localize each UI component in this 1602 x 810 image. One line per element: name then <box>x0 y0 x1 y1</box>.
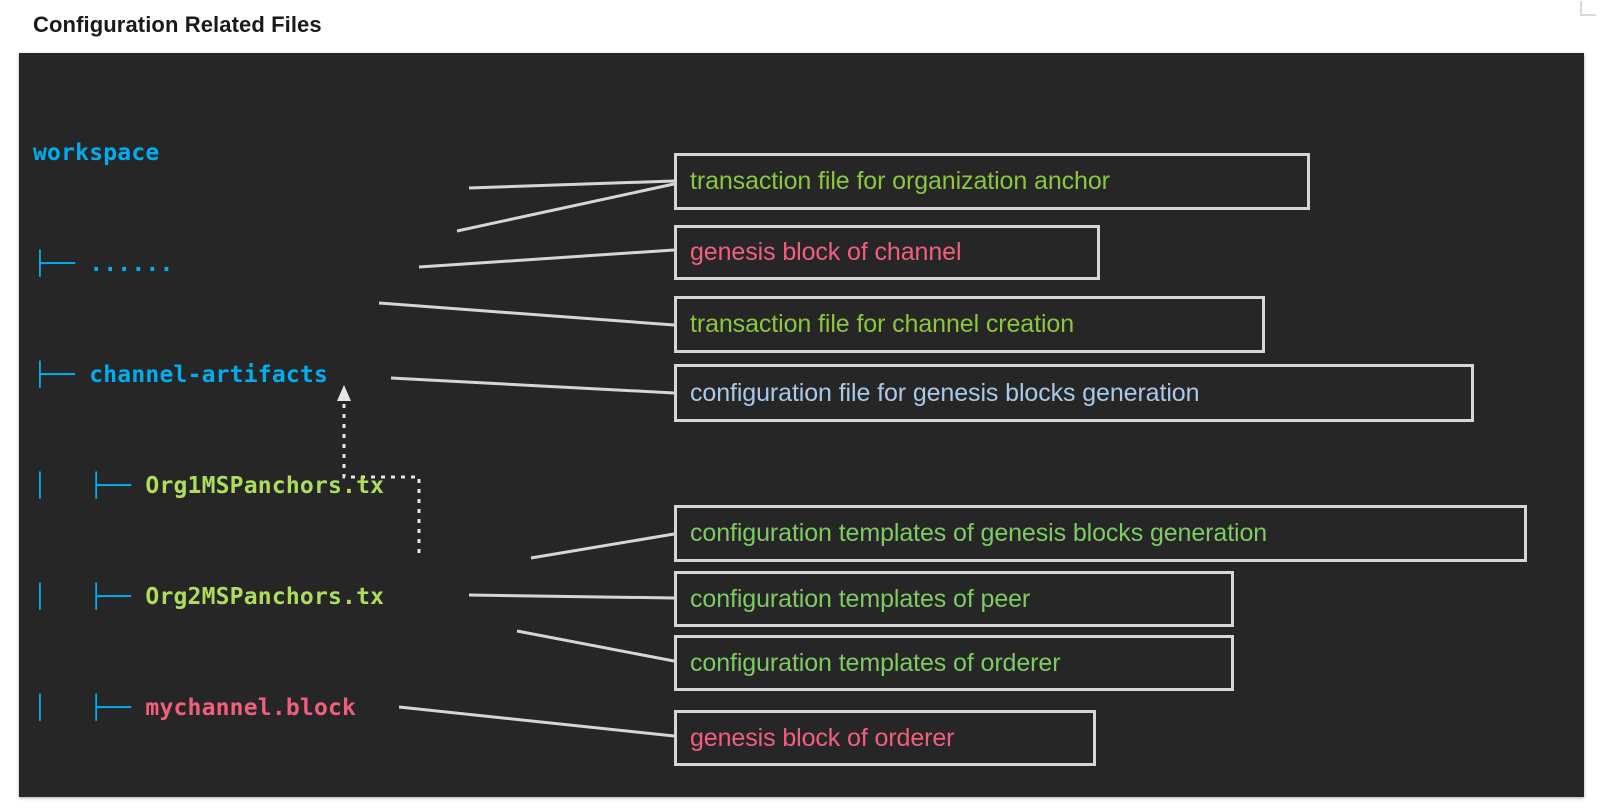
tree-row: ├── ...... <box>33 246 440 283</box>
annotation-text: configuration templates of genesis block… <box>690 519 1268 547</box>
tree-node-org2mspanchors-tx[interactable]: Org2MSPanchors.tx <box>145 584 384 610</box>
annotation-box-organization-anchor: transaction file for organization anchor <box>674 153 1310 210</box>
annotation-box-orderer-genesis: genesis block of orderer <box>674 710 1096 766</box>
tree-guide: ├── <box>33 251 90 277</box>
annotation-text: genesis block of channel <box>690 238 962 266</box>
tree-guide: │ ├── <box>33 695 146 721</box>
file-tree: workspace ├── ...... ├── channel-artifac… <box>33 61 440 797</box>
annotation-text: transaction file for organization anchor <box>690 167 1110 195</box>
tree-row: ├── channel-artifacts <box>33 357 440 394</box>
tree-node-mychannel-block[interactable]: mychannel.block <box>145 695 356 721</box>
crop-corner-mark <box>1580 1 1596 16</box>
tree-guide: ├── <box>33 362 90 388</box>
annotation-text: configuration templates of orderer <box>690 648 1061 677</box>
annotation-box-template-peer: configuration templates of peer <box>674 571 1234 627</box>
annotation-box-configtx-yaml: configuration file for genesis blocks ge… <box>674 364 1474 422</box>
annotation-box-template-genesis: configuration templates of genesis block… <box>674 505 1527 562</box>
tree-node-channel-artifacts[interactable]: channel-artifacts <box>89 362 328 388</box>
annotation-text: configuration file for genesis blocks ge… <box>690 378 1200 407</box>
tree-guide: │ ├── <box>33 584 146 610</box>
annotation-box-channel-genesis: genesis block of channel <box>674 225 1100 280</box>
terminal-panel: workspace ├── ...... ├── channel-artifac… <box>19 53 1584 797</box>
annotation-box-channel-creation: transaction file for channel creation <box>674 296 1265 353</box>
annotation-text: configuration templates of peer <box>690 584 1031 613</box>
tree-node-org1mspanchors-tx[interactable]: Org1MSPanchors.tx <box>145 473 384 499</box>
tree-row: │ ├── Org2MSPanchors.tx <box>33 579 440 616</box>
page-title: Configuration Related Files <box>33 12 322 37</box>
tree-guide: │ ├── <box>33 473 146 499</box>
annotation-text: transaction file for channel creation <box>690 310 1075 338</box>
tree-node-ellipsis-top: ...... <box>89 251 174 277</box>
tree-node-workspace[interactable]: workspace <box>33 140 159 166</box>
tree-row: │ ├── Org1MSPanchors.tx <box>33 468 440 505</box>
tree-row: workspace <box>33 135 440 172</box>
annotation-box-template-orderer: configuration templates of orderer <box>674 635 1234 691</box>
figure-root: Configuration Related Files workspace ├─… <box>0 0 1602 810</box>
annotation-text: genesis block of orderer <box>690 723 955 752</box>
tree-row: │ ├── mychannel.block <box>33 690 440 727</box>
